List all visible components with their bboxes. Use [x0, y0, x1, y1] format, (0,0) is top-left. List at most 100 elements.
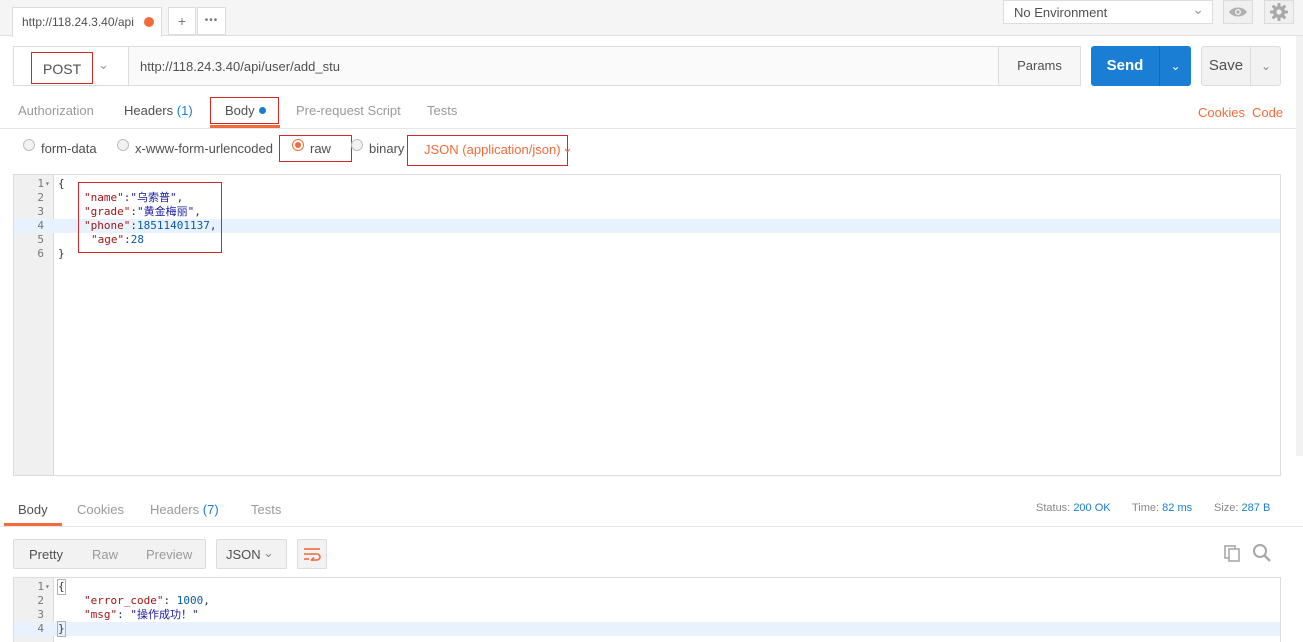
preview-button[interactable]: Preview — [146, 547, 192, 562]
code-text: { — [57, 579, 66, 595]
tab-prerequest-script[interactable]: Pre-request Script — [296, 103, 401, 118]
code-line: 1 ▾ { — [14, 579, 1280, 595]
radio-binary[interactable] — [351, 139, 363, 151]
settings-button[interactable] — [1264, 0, 1294, 24]
send-label: Send — [1106, 57, 1144, 74]
copy-button[interactable] — [1220, 541, 1244, 565]
tab-body[interactable]: Body — [225, 103, 266, 118]
chevron-down-icon: ⌄ — [263, 545, 274, 560]
tab-tests[interactable]: Tests — [427, 103, 457, 118]
radio-urlencoded[interactable] — [117, 139, 129, 151]
tab-response-headers-count: (7) — [202, 502, 219, 517]
code-line: 2 "error_code": 1000, — [14, 594, 1280, 608]
form-data-label[interactable]: form-data — [41, 141, 97, 156]
send-button[interactable]: Send ⌄ — [1091, 46, 1191, 86]
annotation-box: POST — [31, 52, 93, 84]
line-number: 4 — [37, 219, 44, 232]
response-format-select[interactable]: JSON ⌄ — [216, 539, 287, 569]
size-value: 287 B — [1241, 502, 1271, 514]
method-label: POST — [43, 61, 82, 77]
tab-headers-count: (1) — [176, 103, 193, 118]
time-label: Time: — [1132, 502, 1160, 514]
environment-quicklook-button[interactable] — [1223, 0, 1253, 24]
tab-response-tests[interactable]: Tests — [251, 502, 281, 517]
response-view-toggle: Pretty Raw Preview — [13, 539, 206, 569]
code-link[interactable]: Code — [1252, 105, 1283, 120]
status-value: 200 OK — [1073, 502, 1111, 514]
tab-strip: http://118.24.3.40/api + ••• No Environm… — [0, 0, 1303, 37]
annotation-box — [78, 182, 222, 253]
eye-icon — [1229, 7, 1247, 17]
more-tabs-button[interactable]: ••• — [197, 7, 226, 35]
pretty-button[interactable]: Pretty — [29, 547, 63, 562]
url-bar: POST ⌄ http://118.24.3.40/api/user/add_s… — [13, 46, 1081, 86]
json-tail: , — [203, 594, 210, 607]
chevron-down-icon[interactable]: ⌄ — [1251, 47, 1281, 85]
raw-button[interactable]: Raw — [92, 547, 118, 562]
tab-body-label: Body — [225, 103, 255, 118]
search-button[interactable] — [1250, 541, 1274, 565]
status-readout: Status: 200 OK — [1036, 502, 1111, 514]
raw-label[interactable]: raw — [310, 141, 331, 156]
time-readout: Time: 82 ms — [1132, 502, 1192, 514]
size-readout: Size: 287 B — [1214, 502, 1270, 514]
tab-response-cookies[interactable]: Cookies — [77, 502, 124, 517]
tab-headers[interactable]: Headers (1) — [124, 103, 193, 118]
plus-icon: + — [177, 13, 187, 29]
more-icon: ••• — [204, 15, 219, 26]
format-label: JSON — [226, 547, 261, 562]
code-text: } — [58, 247, 65, 260]
body-type-options: form-data x-www-form-urlencoded raw bina… — [0, 130, 1303, 170]
tab-response-headers[interactable]: Headers (7) — [150, 502, 219, 517]
save-label: Save — [1208, 57, 1244, 74]
cookies-link[interactable]: Cookies — [1198, 105, 1245, 120]
fold-arrow-icon[interactable]: ▾ — [45, 177, 50, 191]
status-label: Status: — [1036, 502, 1071, 514]
json-key: "error_code" — [84, 594, 164, 607]
line-number: 1 — [37, 177, 44, 190]
radio-form-data[interactable] — [23, 139, 35, 151]
json-sep: : — [163, 594, 177, 607]
binary-label[interactable]: binary — [369, 141, 404, 156]
tab-response-body[interactable]: Body — [18, 502, 48, 517]
chevron-down-icon: ⌄ — [98, 57, 109, 72]
fold-arrow-icon[interactable]: ▾ — [45, 580, 50, 594]
response-tabs: Body Cookies Headers (7) Tests Status: 2… — [0, 487, 1303, 527]
line-number: 4 — [37, 622, 44, 635]
chevron-down-icon[interactable]: ⌄ — [1160, 46, 1191, 86]
chevron-down-icon[interactable]: ⌄ — [562, 140, 573, 156]
request-body-editor[interactable]: 1 ▾ { 2 "name":"乌索普", 3 "grade":"黄金梅丽", … — [13, 174, 1281, 476]
tab-authorization[interactable]: Authorization — [18, 103, 94, 118]
wrap-lines-button[interactable] — [297, 539, 327, 569]
code-text: "error_code": 1000, — [84, 594, 210, 608]
method-select[interactable]: POST ⌄ — [14, 47, 129, 85]
params-button[interactable]: Params — [998, 47, 1080, 85]
url-input[interactable]: http://118.24.3.40/api/user/add_stu — [140, 59, 340, 74]
new-tab-button[interactable]: + — [168, 7, 196, 35]
size-label: Size: — [1214, 502, 1239, 514]
radio-raw[interactable] — [292, 139, 304, 151]
json-key: "msg" — [84, 608, 118, 621]
response-body-viewer[interactable]: 1 ▾ { 2 "error_code": 1000, 3 "msg": "操作… — [13, 577, 1281, 642]
line-number: 3 — [37, 608, 44, 621]
line-number: 6 — [37, 247, 44, 260]
json-sep: : — [117, 608, 131, 621]
request-tab[interactable]: http://118.24.3.40/api — [12, 7, 162, 37]
modified-dot-icon — [258, 107, 266, 114]
gear-icon — [1270, 3, 1288, 21]
line-number: 2 — [37, 191, 44, 204]
environment-select[interactable]: No Environment ⌄ — [1003, 0, 1213, 24]
urlencoded-label[interactable]: x-www-form-urlencoded — [135, 141, 273, 156]
active-tab-indicator — [4, 523, 62, 526]
vertical-scrollbar[interactable] — [1296, 36, 1303, 456]
time-value: 82 ms — [1162, 502, 1193, 514]
tab-response-headers-label: Headers — [150, 502, 200, 517]
save-button[interactable]: Save ⌄ — [1201, 46, 1281, 86]
code-text: } — [57, 621, 66, 637]
unsaved-dot-icon — [144, 17, 154, 27]
wrap-lines-icon — [304, 548, 321, 561]
chevron-down-icon: ⌄ — [1192, 1, 1204, 17]
active-tab-indicator — [210, 125, 280, 128]
request-tabs: Authorization Headers (1) Body Pre-reque… — [0, 94, 1303, 129]
content-type-select[interactable]: JSON (application/json) — [424, 142, 561, 157]
